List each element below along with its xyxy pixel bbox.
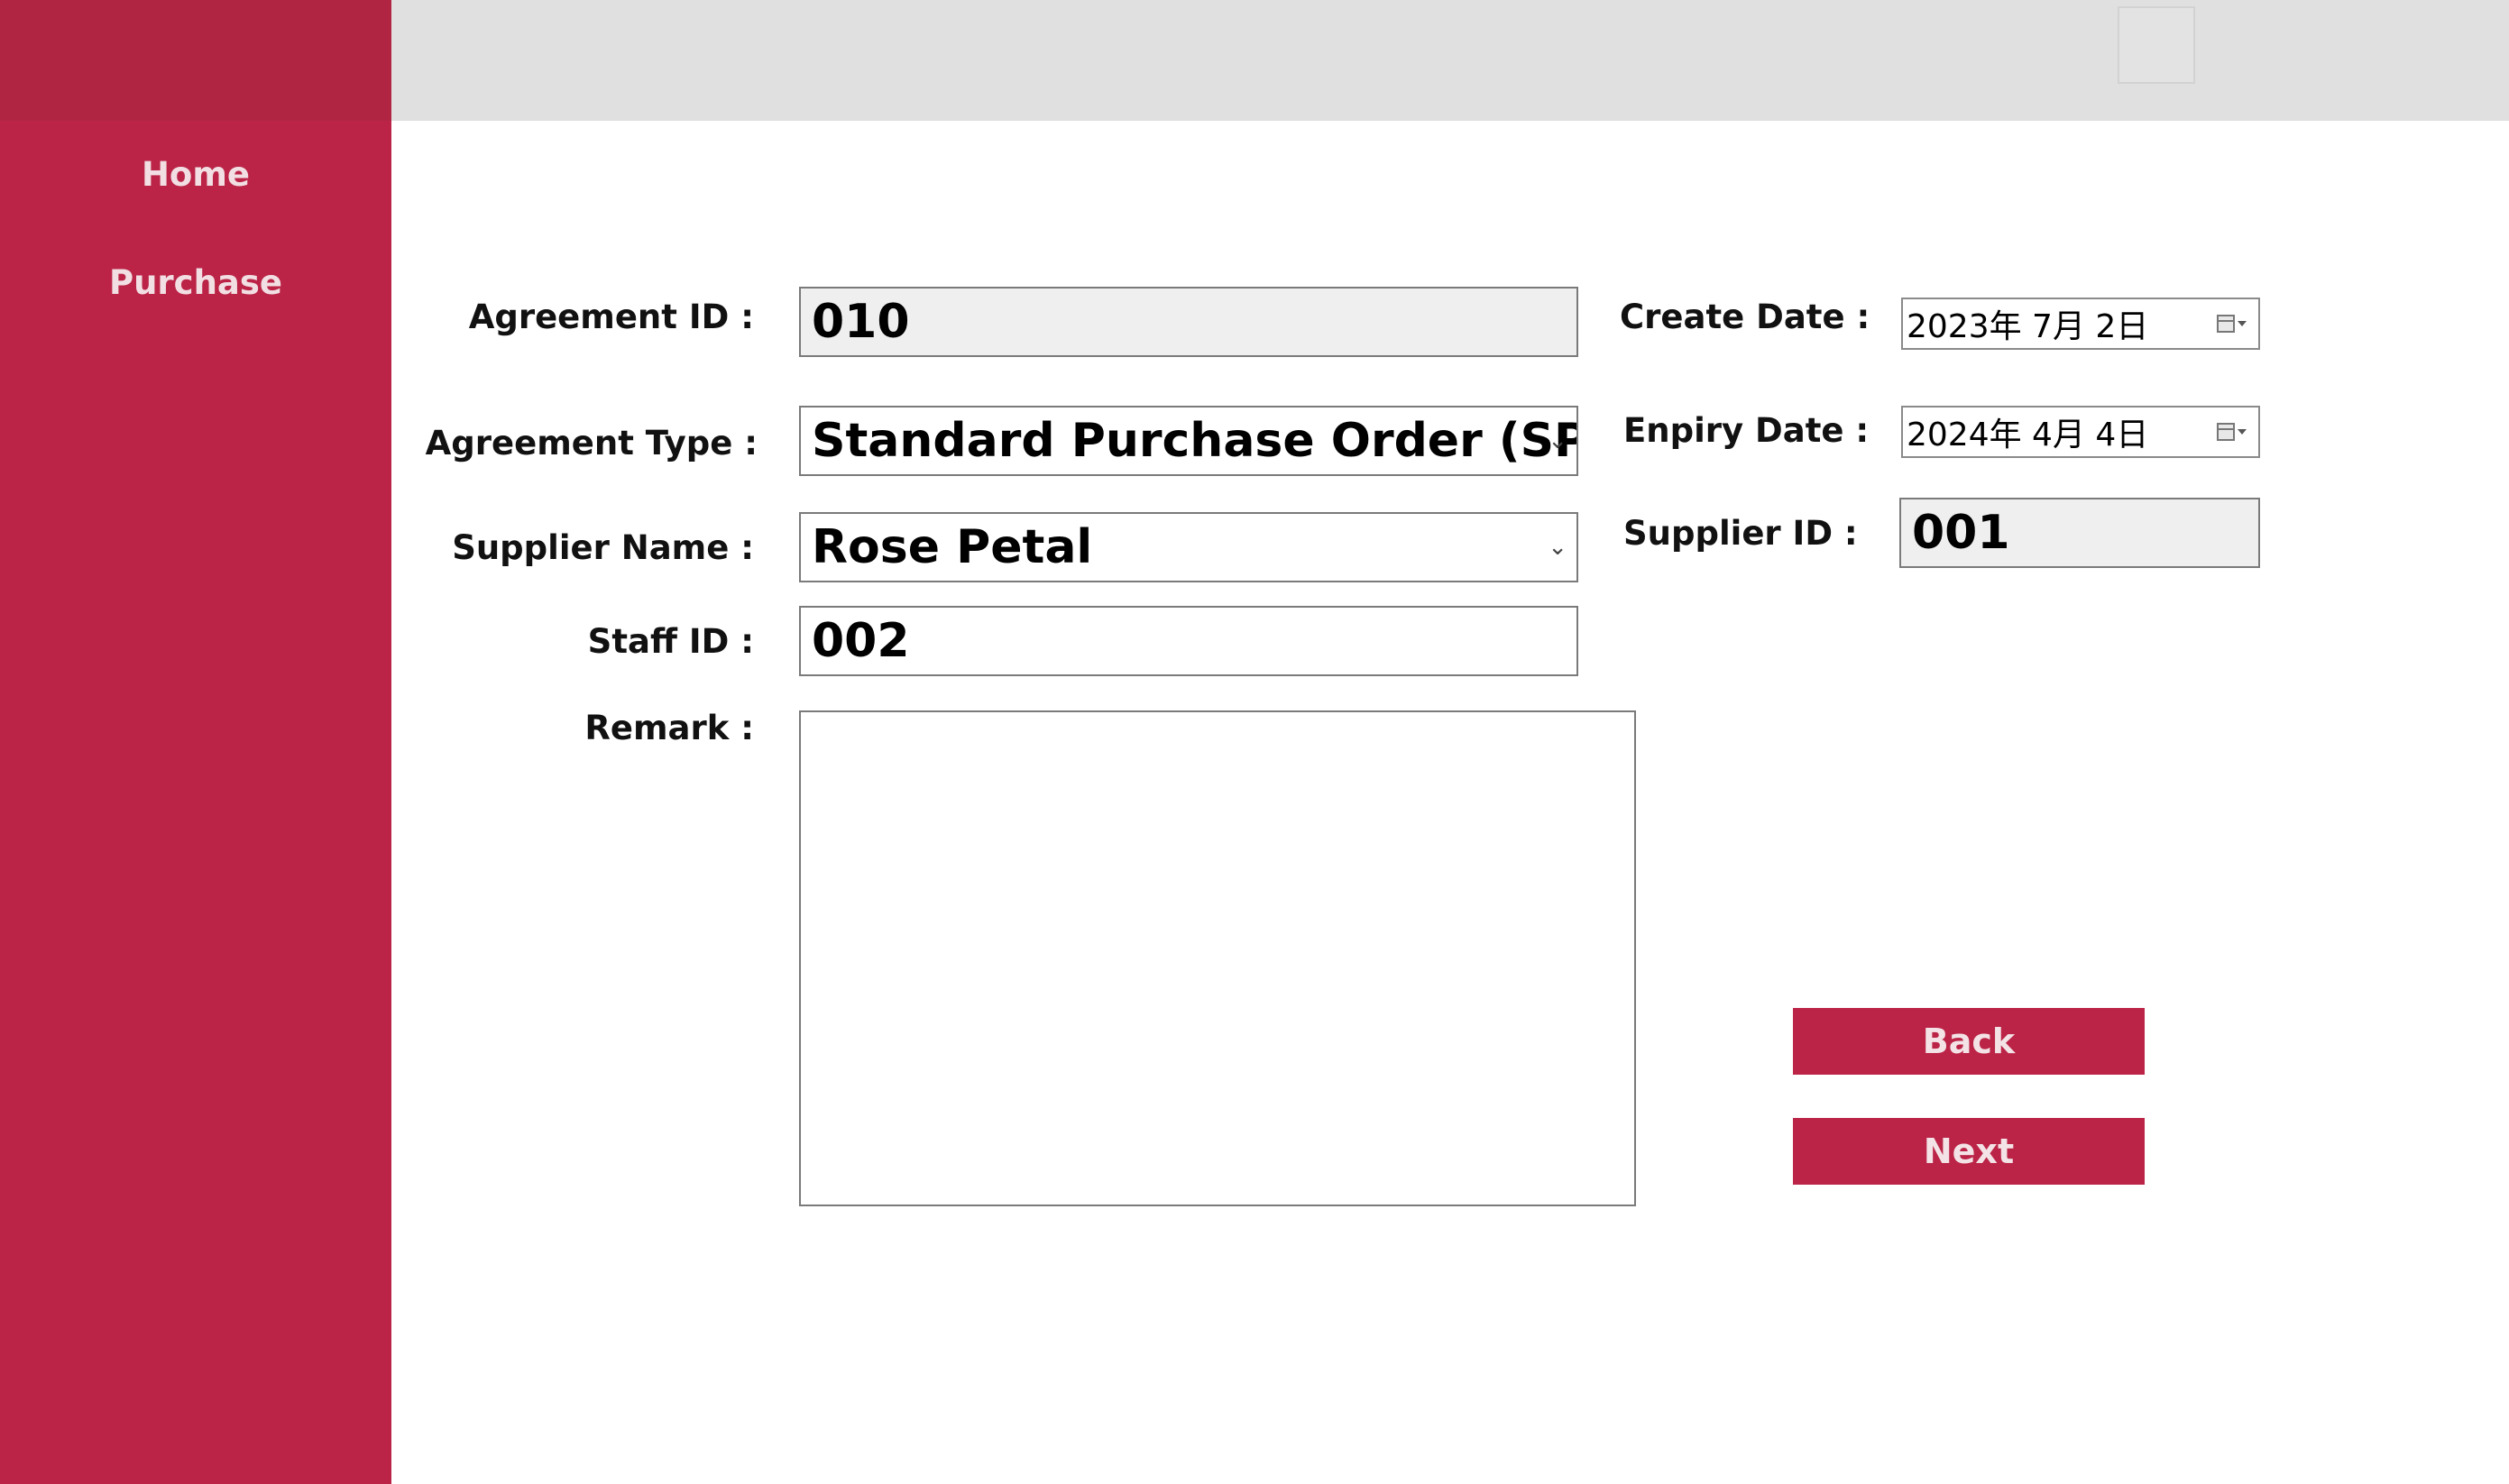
staff-id-value: 002 bbox=[812, 614, 910, 668]
sidebar-item-purchase[interactable]: Purchase bbox=[0, 263, 391, 302]
back-button[interactable]: Back bbox=[1793, 1008, 2145, 1075]
sidebar: Home Purchase bbox=[0, 0, 391, 1484]
next-button[interactable]: Next bbox=[1793, 1118, 2145, 1185]
create-date-label: Create Date : bbox=[1620, 298, 1870, 336]
expiry-date-label: Enpiry Date : bbox=[1623, 411, 1870, 450]
remark-textarea[interactable] bbox=[799, 710, 1636, 1206]
agreement-type-label: Agreement Type : bbox=[425, 424, 758, 463]
calendar-icon[interactable] bbox=[2217, 422, 2249, 442]
agreement-id-value: 010 bbox=[812, 295, 910, 349]
supplier-id-value: 001 bbox=[1912, 506, 2010, 560]
supplier-id-label: Supplier ID : bbox=[1623, 514, 1858, 553]
staff-id-label: Staff ID : bbox=[587, 622, 754, 661]
supplier-name-label: Supplier Name : bbox=[452, 528, 754, 567]
staff-id-field[interactable]: 002 bbox=[799, 606, 1578, 676]
app-window: Home Purchase Agreement ID : Agreement T… bbox=[0, 0, 2509, 1484]
supplier-id-field[interactable]: 001 bbox=[1899, 498, 2260, 568]
agreement-id-label: Agreement ID : bbox=[468, 298, 754, 336]
expiry-date-value: 2024年 4月 4日 bbox=[1907, 417, 2149, 453]
create-date-picker[interactable]: 2023年 7月 2日 bbox=[1901, 298, 2260, 350]
supplier-name-select[interactable]: Rose Petal ⌄ bbox=[799, 512, 1578, 582]
agreement-id-field[interactable]: 010 bbox=[799, 287, 1578, 357]
header-button[interactable] bbox=[2118, 6, 2195, 84]
calendar-icon[interactable] bbox=[2217, 314, 2249, 334]
supplier-name-value: Rose Petal bbox=[812, 520, 1093, 574]
sidebar-header bbox=[0, 0, 391, 121]
sidebar-item-home[interactable]: Home bbox=[0, 155, 391, 194]
expiry-date-picker[interactable]: 2024年 4月 4日 bbox=[1901, 406, 2260, 458]
agreement-type-select[interactable]: Standard Purchase Order (SPO ⌄ bbox=[799, 406, 1578, 476]
header-bar bbox=[391, 0, 2509, 121]
agreement-type-value: Standard Purchase Order (SPO bbox=[812, 414, 1578, 468]
remark-label: Remark : bbox=[584, 709, 754, 747]
create-date-value: 2023年 7月 2日 bbox=[1907, 308, 2149, 345]
chevron-down-icon[interactable]: ⌄ bbox=[1548, 427, 1567, 454]
chevron-down-icon[interactable]: ⌄ bbox=[1548, 534, 1567, 561]
